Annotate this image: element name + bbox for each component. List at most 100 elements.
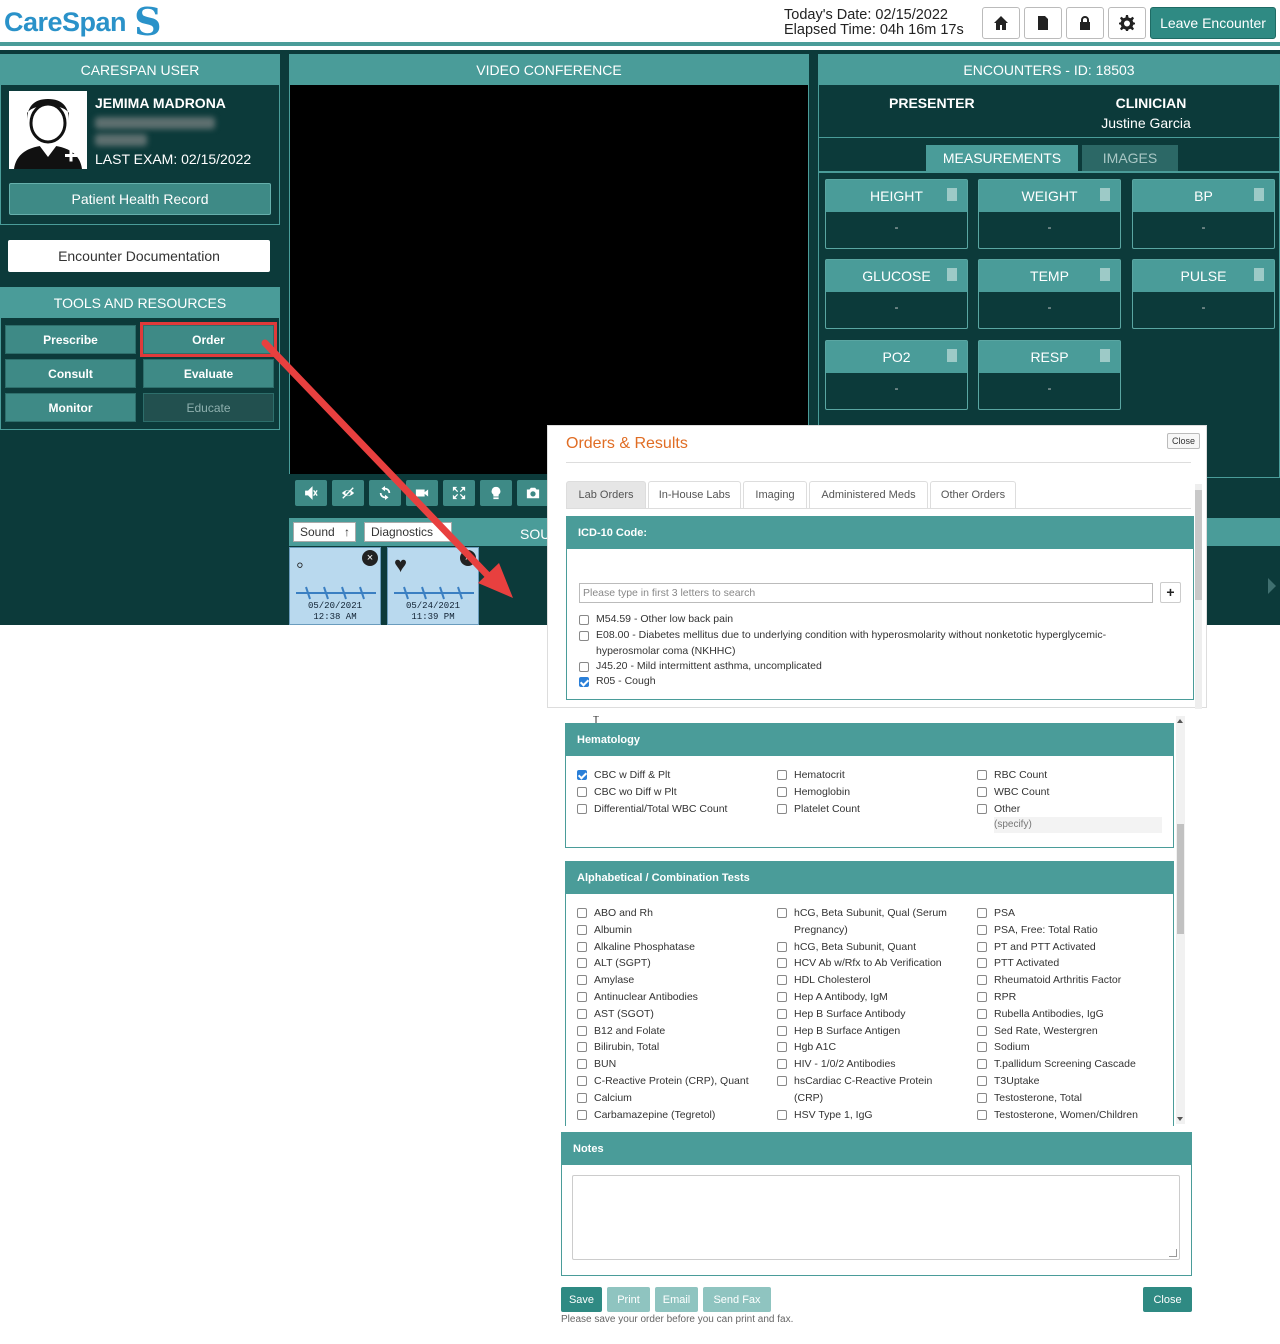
checkbox[interactable]	[777, 803, 787, 814]
email-button[interactable]: Email	[655, 1287, 698, 1312]
checkbox[interactable]	[777, 908, 787, 918]
checkbox[interactable]	[977, 1025, 987, 1036]
measurement-card[interactable]: BP -	[1132, 179, 1275, 249]
checkbox[interactable]	[977, 1092, 987, 1103]
test-option[interactable]: hCG, Beta Subunit, Quant	[777, 939, 957, 956]
modal-scrollbar[interactable]	[1195, 484, 1202, 709]
other-specify-input[interactable]: (specify)	[994, 817, 1162, 834]
checkbox[interactable]	[777, 958, 787, 969]
test-option[interactable]: Amylase	[577, 972, 767, 989]
test-option[interactable]: PSA, Free: Total Ratio	[977, 922, 1167, 939]
modal-close-button[interactable]: Close	[1166, 433, 1200, 449]
document-icon[interactable]	[947, 268, 957, 281]
checkbox[interactable]	[977, 1008, 987, 1019]
educate-button[interactable]: Educate	[143, 393, 274, 422]
measurement-card[interactable]: PO2 -	[825, 340, 968, 410]
diagnostics-sort-button[interactable]: Diagnostics	[364, 522, 452, 542]
checkbox[interactable]	[577, 924, 587, 935]
tab-other-orders[interactable]: Other Orders	[930, 481, 1016, 508]
checkbox[interactable]	[977, 1075, 987, 1086]
close-button[interactable]: Close	[1143, 1287, 1192, 1312]
measurement-card[interactable]: RESP -	[978, 340, 1121, 410]
document-icon[interactable]	[1254, 188, 1264, 201]
checkbox[interactable]	[777, 991, 787, 1002]
test-option[interactable]: Hgb A1C	[777, 1039, 957, 1056]
tab-images[interactable]: IMAGES	[1082, 145, 1178, 171]
test-option[interactable]: Antinuclear Antibodies	[577, 989, 767, 1006]
checkbox[interactable]	[579, 677, 589, 687]
hematology-option[interactable]: RBC Count	[977, 767, 1167, 784]
measurement-card[interactable]: HEIGHT -	[825, 179, 968, 249]
tab-lab-orders[interactable]: Lab Orders	[566, 481, 646, 508]
checkbox[interactable]	[977, 941, 987, 952]
test-option[interactable]: BUN	[577, 1056, 767, 1073]
test-option[interactable]: hCG, Beta Subunit, Qual (Serum Pregnancy…	[777, 905, 957, 939]
checkbox[interactable]	[579, 615, 589, 625]
tests-scrollbar[interactable]	[1176, 716, 1185, 1124]
print-button[interactable]: Print	[607, 1287, 650, 1312]
test-option[interactable]: HSV Type 1, IgG	[777, 1107, 957, 1124]
notes-textarea[interactable]	[572, 1175, 1180, 1260]
send-fax-button[interactable]: Send Fax	[703, 1287, 771, 1312]
prescribe-button[interactable]: Prescribe	[5, 325, 136, 354]
monitor-button[interactable]: Monitor	[5, 393, 136, 422]
checkbox[interactable]	[579, 662, 589, 672]
test-option[interactable]: Sodium	[977, 1039, 1167, 1056]
checkbox[interactable]	[777, 1109, 787, 1120]
checkbox[interactable]	[977, 924, 987, 935]
video-toggle-button[interactable]	[406, 480, 438, 506]
checkbox[interactable]	[577, 908, 587, 918]
checkbox[interactable]	[577, 941, 587, 952]
checkbox[interactable]	[577, 958, 587, 969]
checkbox[interactable]	[977, 908, 987, 918]
icd10-option[interactable]: R05 - Cough	[579, 674, 1139, 690]
test-option[interactable]: HSV Type 2, IgG	[777, 1123, 957, 1126]
icd10-option[interactable]: E08.00 - Diabetes mellitus due to underl…	[579, 628, 1139, 659]
test-option[interactable]: RPR	[977, 989, 1167, 1006]
hematology-option[interactable]: Differential/Total WBC Count	[577, 801, 767, 818]
test-option[interactable]: ALT (SGPT)	[577, 955, 767, 972]
hematology-option[interactable]: Other	[977, 801, 1167, 818]
hematology-option[interactable]: WBC Count	[977, 784, 1167, 801]
hematology-option[interactable]: Platelet Count	[777, 801, 967, 818]
checkbox[interactable]	[577, 1075, 587, 1086]
evaluate-button[interactable]: Evaluate	[143, 359, 274, 388]
test-option[interactable]: HIV - 1/0/2 Antibodies	[777, 1056, 957, 1073]
test-option[interactable]: Carbamazepine (Tegretol)	[577, 1107, 767, 1124]
test-option[interactable]: Sed Rate, Westergren	[977, 1023, 1167, 1040]
checkbox[interactable]	[977, 1042, 987, 1053]
checkbox[interactable]	[577, 1109, 587, 1120]
encounter-documentation-button[interactable]: Encounter Documentation	[8, 240, 270, 272]
test-option[interactable]: B12 and Folate	[577, 1023, 767, 1040]
test-option[interactable]: Calcium	[577, 1090, 767, 1107]
resize-grip-icon[interactable]	[1169, 1249, 1177, 1257]
test-option[interactable]: Rubella Antibodies, IgG	[977, 1006, 1167, 1023]
scrollbar-thumb[interactable]	[1195, 490, 1202, 600]
checkbox[interactable]	[777, 975, 787, 986]
checkbox[interactable]	[577, 991, 587, 1002]
tab-administered-meds[interactable]: Administered Meds	[809, 481, 928, 508]
checkbox[interactable]	[577, 1008, 587, 1019]
checkbox[interactable]	[577, 786, 587, 797]
checkbox[interactable]	[777, 1075, 787, 1086]
checkbox[interactable]	[577, 803, 587, 814]
home-button[interactable]	[982, 7, 1020, 39]
checkbox[interactable]	[777, 1042, 787, 1053]
measurement-card[interactable]: PULSE -	[1132, 259, 1275, 329]
checkbox[interactable]	[977, 958, 987, 969]
document-icon[interactable]	[947, 188, 957, 201]
test-option[interactable]: Testosterone, Women/Children	[977, 1107, 1167, 1124]
test-option[interactable]: Testosterone, Total	[977, 1090, 1167, 1107]
scrollbar-thumb[interactable]	[1177, 824, 1184, 934]
test-option[interactable]: PTT Activated	[977, 955, 1167, 972]
recording-thumbnail[interactable]: ◦ × 05/20/2021 12:38 AM	[289, 547, 381, 625]
checkbox[interactable]	[777, 786, 787, 797]
checkbox[interactable]	[777, 1008, 787, 1019]
leave-encounter-button[interactable]: Leave Encounter	[1150, 7, 1276, 39]
mute-button[interactable]	[295, 480, 327, 506]
hematology-option[interactable]: Hematocrit	[777, 767, 967, 784]
test-option[interactable]: Albumin	[577, 922, 767, 939]
test-option[interactable]: Hep A Antibody, IgM	[777, 989, 957, 1006]
scroll-up-icon[interactable]	[1177, 719, 1183, 723]
checkbox[interactable]	[977, 975, 987, 986]
